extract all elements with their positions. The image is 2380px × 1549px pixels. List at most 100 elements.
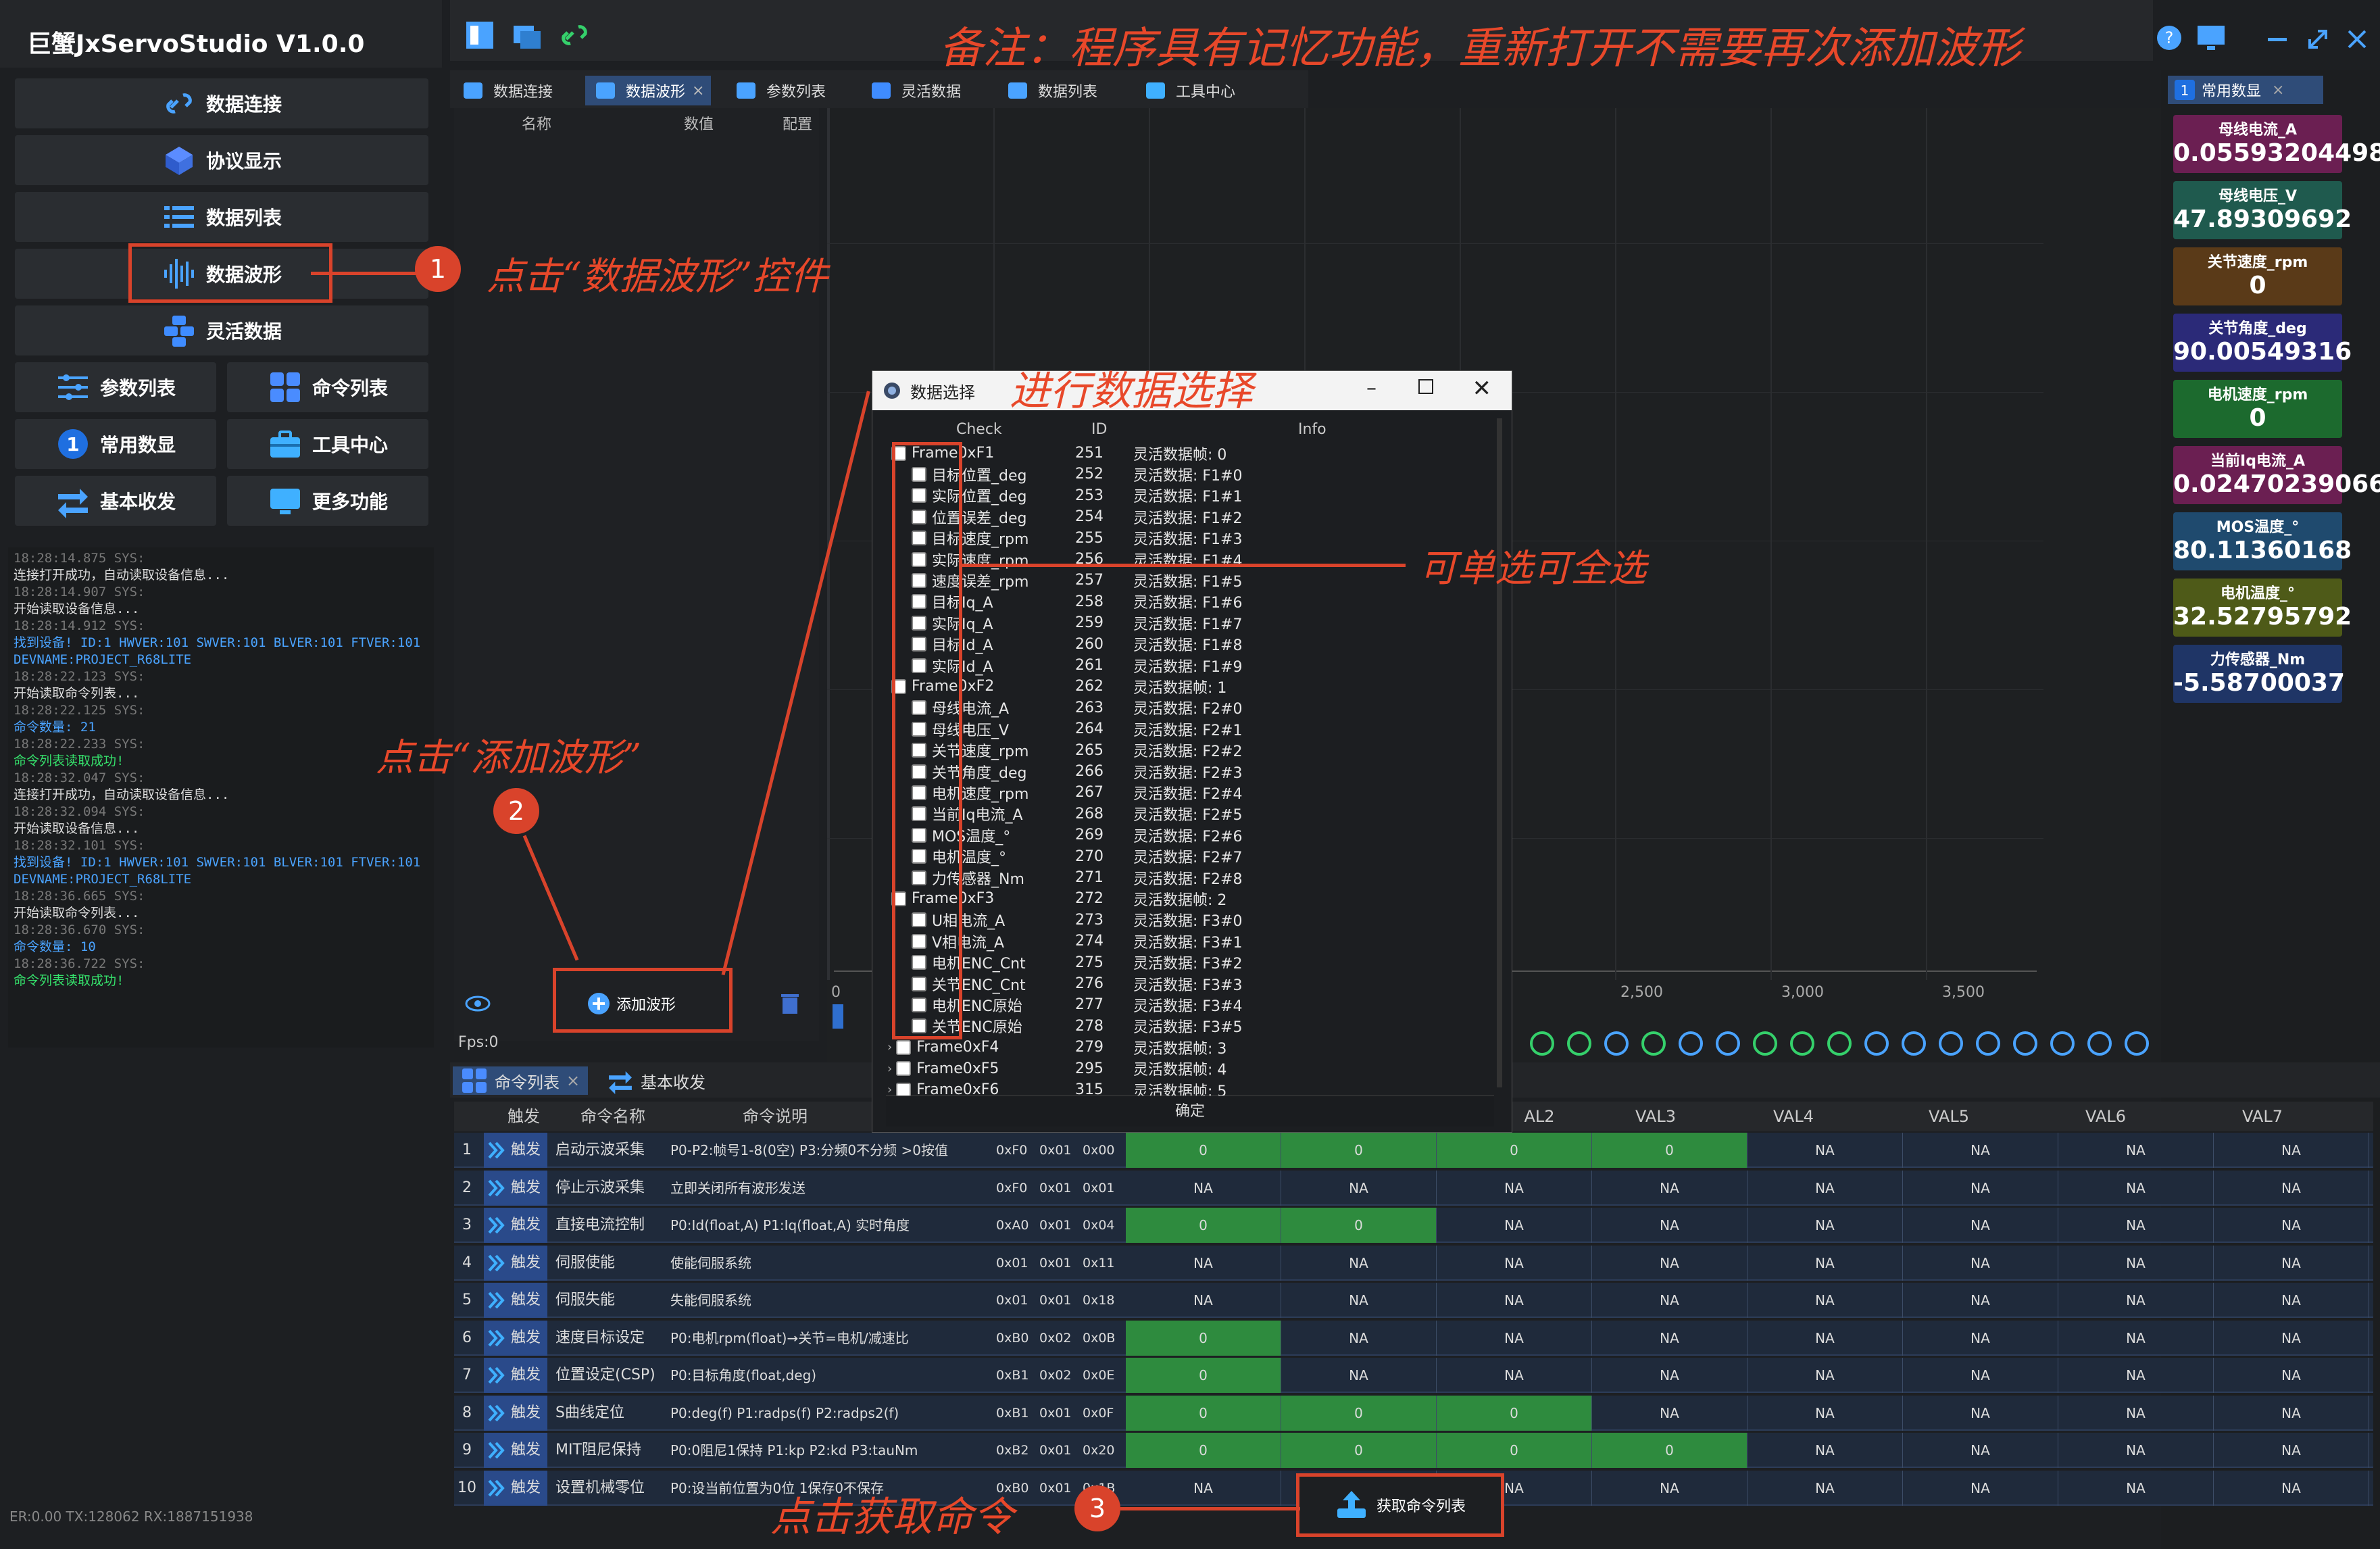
value-cell[interactable]: NA	[1126, 1283, 1281, 1318]
value-cell[interactable]: 0	[1592, 1433, 1747, 1468]
expand-chevron-icon[interactable]: ›	[887, 1040, 892, 1054]
value-cell[interactable]: NA	[1747, 1245, 1903, 1281]
value-cell[interactable]: NA	[2058, 1208, 2214, 1243]
value-cell[interactable]: NA	[1747, 1395, 1903, 1431]
value-cell[interactable]: 0	[1126, 1208, 1281, 1243]
tab-0[interactable]: 数据连接	[453, 76, 560, 105]
tab-basic-io[interactable]: 基本收发	[599, 1066, 714, 1095]
close-icon[interactable]: ×	[2272, 82, 2284, 99]
value-cell[interactable]: NA	[1437, 1283, 1592, 1318]
value-cell[interactable]: NA	[1903, 1133, 2058, 1168]
trigger-button[interactable]: 触发	[484, 1170, 547, 1206]
link-green-icon[interactable]	[558, 19, 591, 51]
tab-4[interactable]: 数据列表	[997, 76, 1104, 105]
fullscreen-icon[interactable]	[1604, 1031, 1629, 1056]
close-icon[interactable]	[2345, 27, 2369, 51]
value-cell[interactable]: NA	[2214, 1245, 2369, 1281]
dialog-minimize-icon[interactable]: –	[1366, 376, 1377, 400]
value-cell[interactable]: NA	[1903, 1283, 2058, 1318]
value-cell[interactable]: NA	[1592, 1283, 1747, 1318]
nav-toolcenter-button[interactable]: 工具中心	[227, 419, 428, 469]
dialog-row[interactable]: › Frame0xF5	[887, 1058, 1051, 1079]
value-cell[interactable]: NA	[2214, 1433, 2369, 1468]
value-cell[interactable]: NA	[1903, 1395, 2058, 1431]
crop-icon[interactable]	[1827, 1031, 1852, 1056]
value-cell[interactable]: NA	[2058, 1433, 2214, 1468]
toggle-icon[interactable]	[1530, 1031, 1554, 1056]
tab-common[interactable]: 1 常用数显 ×	[2168, 76, 2323, 104]
value-cell[interactable]: NA	[1747, 1470, 1903, 1506]
trigger-button[interactable]: 触发	[484, 1283, 547, 1318]
trigger-button[interactable]: 触发	[484, 1320, 547, 1356]
value-cell[interactable]: NA	[1747, 1133, 1903, 1168]
nav-datalist-button[interactable]: 数据列表	[15, 192, 428, 242]
dialog-confirm-button[interactable]: 确定	[886, 1096, 1494, 1127]
dialog-maximize-icon[interactable]	[1418, 379, 1433, 394]
minimize-icon[interactable]	[2265, 27, 2289, 51]
move-icon[interactable]	[1679, 1031, 1703, 1056]
value-cell[interactable]: NA	[2214, 1133, 2369, 1168]
tab-2[interactable]: 参数列表	[726, 76, 833, 105]
tab-5[interactable]: 工具中心	[1135, 76, 1242, 105]
nav-protocol-button[interactable]: 协议显示	[15, 135, 428, 185]
value-cell[interactable]: NA	[1281, 1170, 1437, 1206]
tab-cmd-list[interactable]: 命令列表 ×	[453, 1066, 589, 1095]
expand-chevron-icon[interactable]: ›	[887, 1062, 892, 1076]
value-cell[interactable]: 0	[1126, 1133, 1281, 1168]
layout-icon[interactable]	[464, 19, 496, 51]
value-cell[interactable]: NA	[1437, 1358, 1592, 1393]
value-cell[interactable]: NA	[2214, 1358, 2369, 1393]
crosshair-icon[interactable]	[1753, 1031, 1777, 1056]
trigger-button[interactable]: 触发	[484, 1433, 547, 1468]
nav-params-button[interactable]: 参数列表	[15, 362, 216, 412]
nav-common-button[interactable]: 1 常用数显	[15, 419, 216, 469]
up-arrow-icon[interactable]	[1902, 1031, 1926, 1056]
value-cell[interactable]: NA	[1592, 1470, 1747, 1506]
value-cell[interactable]: NA	[1747, 1208, 1903, 1243]
value-cell[interactable]: NA	[1747, 1170, 1903, 1206]
value-cell[interactable]: NA	[1281, 1320, 1437, 1356]
value-cell[interactable]: NA	[1592, 1320, 1747, 1356]
tag-icon[interactable]	[1716, 1031, 1740, 1056]
value-cell[interactable]: NA	[2214, 1470, 2369, 1506]
value-cell[interactable]: 0	[1281, 1395, 1437, 1431]
nav-more-button[interactable]: 更多功能	[227, 476, 428, 526]
value-cell[interactable]: NA	[1747, 1283, 1903, 1318]
tab-1[interactable]: 数据波形 ×	[585, 76, 712, 105]
play-icon[interactable]	[1567, 1031, 1591, 1056]
help-icon[interactable]: ?	[2156, 24, 2183, 51]
value-cell[interactable]: 0	[1592, 1133, 1747, 1168]
value-cell[interactable]: 0	[1281, 1208, 1437, 1243]
value-cell[interactable]: NA	[1903, 1320, 2058, 1356]
value-cell[interactable]: NA	[2058, 1245, 2214, 1281]
trash-icon[interactable]	[1939, 1031, 1963, 1056]
value-cell[interactable]: NA	[1281, 1283, 1437, 1318]
eye-icon[interactable]	[465, 993, 491, 1014]
value-cell[interactable]: NA	[2214, 1395, 2369, 1431]
value-cell[interactable]: NA	[1437, 1320, 1592, 1356]
value-cell[interactable]: 0	[1126, 1358, 1281, 1393]
value-cell[interactable]: NA	[1903, 1433, 2058, 1468]
value-cell[interactable]: NA	[1747, 1358, 1903, 1393]
value-cell[interactable]: 0	[1281, 1433, 1437, 1468]
value-cell[interactable]: NA	[1903, 1208, 2058, 1243]
value-cell[interactable]: NA	[1903, 1245, 2058, 1281]
value-cell[interactable]: 0	[1437, 1433, 1592, 1468]
expand-chevron-icon[interactable]: ›	[887, 1083, 892, 1097]
windows-icon[interactable]	[511, 19, 543, 51]
value-cell[interactable]: NA	[2214, 1283, 2369, 1318]
close-icon[interactable]: ×	[566, 1071, 580, 1090]
dialog-close-icon[interactable]: ✕	[1472, 375, 1492, 402]
trigger-button[interactable]: 触发	[484, 1208, 547, 1243]
value-cell[interactable]: NA	[1747, 1433, 1903, 1468]
value-cell[interactable]: NA	[1126, 1245, 1281, 1281]
dialog-scrollbar[interactable]	[1497, 418, 1502, 1087]
right-arrow-icon[interactable]	[1864, 1031, 1889, 1056]
dialog-row[interactable]: › Frame0xF4	[887, 1037, 1051, 1058]
value-cell[interactable]: NA	[2058, 1170, 2214, 1206]
value-cell[interactable]: 0	[1126, 1320, 1281, 1356]
value-cell[interactable]: NA	[2058, 1283, 2214, 1318]
nav-connect-button[interactable]: 数据连接	[15, 78, 428, 128]
trash-icon[interactable]	[780, 992, 800, 1015]
value-cell[interactable]: NA	[1592, 1358, 1747, 1393]
